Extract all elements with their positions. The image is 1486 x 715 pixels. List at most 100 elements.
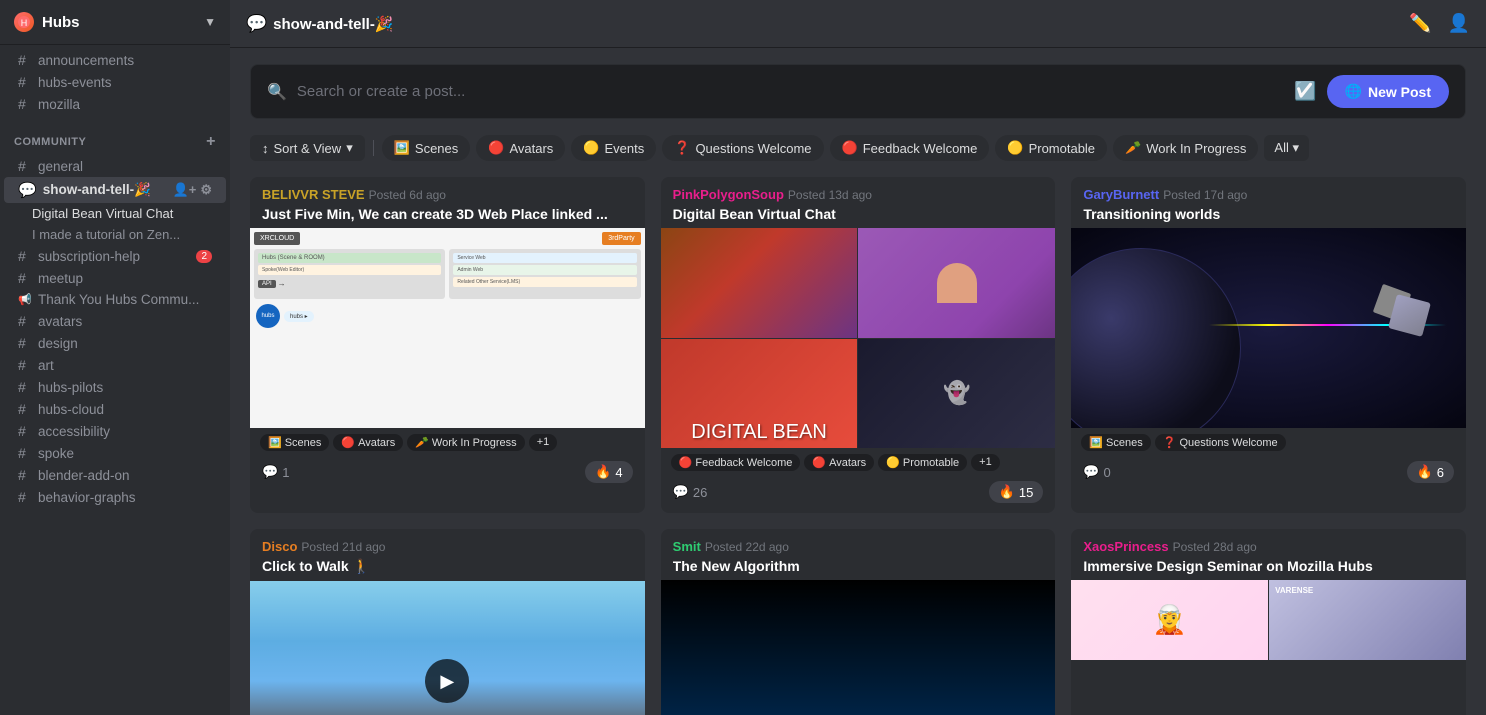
sidebar-item-announcements[interactable]: # announcements	[4, 49, 226, 71]
post-card[interactable]: PinkPolygonSoup Posted 13d ago Digital B…	[661, 177, 1056, 513]
post-footer: 💬 0 🔥 6	[1071, 455, 1466, 493]
sort-icon: ↕	[262, 141, 269, 156]
post-image-cell: DIGITAL BEAN	[661, 339, 858, 449]
play-button[interactable]: ▶	[425, 659, 469, 703]
sidebar-item-art[interactable]: # art	[4, 354, 226, 376]
sidebar-item-spoke[interactable]: # spoke	[4, 442, 226, 464]
sidebar-item-mozilla[interactable]: # mozilla	[4, 93, 226, 115]
top-channels: # announcements # hubs-events # mozilla	[0, 45, 230, 119]
hash-icon: #	[18, 335, 32, 351]
filter-avatars-button[interactable]: 🔴 Avatars	[476, 135, 565, 161]
community-category[interactable]: COMMUNITY +	[0, 119, 230, 155]
tag: 🖼️Scenes	[1081, 434, 1150, 451]
post-time: Posted 22d ago	[705, 540, 789, 554]
hash-icon: #	[18, 52, 32, 68]
author-name[interactable]: PinkPolygonSoup	[673, 187, 784, 202]
chat-icon: 💬	[18, 181, 37, 199]
hash-icon: #	[18, 445, 32, 461]
inbox-icon[interactable]: ☑️	[1294, 81, 1316, 102]
post-footer: 💬 26 🔥 15	[661, 475, 1056, 513]
channel-action-icons: 👤+ ⚙	[173, 182, 212, 198]
server-header[interactable]: H Hubs ▼	[0, 0, 230, 45]
thread-digital-bean[interactable]: Digital Bean Virtual Chat	[0, 203, 230, 224]
comment-count: 💬 26	[673, 484, 708, 500]
sidebar-item-show-and-tell[interactable]: 💬 show-and-tell-🎉 👤+ ⚙	[4, 177, 226, 203]
author-name[interactable]: XaosPrincess	[1083, 539, 1168, 554]
author-name[interactable]: Disco	[262, 539, 297, 554]
sidebar-item-behavior-graphs[interactable]: # behavior-graphs	[4, 486, 226, 508]
post-title: Click to Walk 🚶	[262, 558, 633, 575]
sidebar-item-meetup[interactable]: # meetup	[4, 267, 226, 289]
sidebar-item-hubs-events[interactable]: # hubs-events	[4, 71, 226, 93]
filter-wip-button[interactable]: 🥕 Work In Progress	[1113, 135, 1258, 161]
post-card[interactable]: BELIVVR STEVE Posted 6d ago Just Five Mi…	[250, 177, 645, 513]
post-tags: 🔴Feedback Welcome 🔴Avatars 🟡Promotable +…	[661, 448, 1056, 475]
filter-promotable-button[interactable]: 🟡 Promotable	[995, 135, 1107, 161]
all-filter-button[interactable]: All ▾	[1264, 135, 1309, 161]
post-image	[1071, 228, 1466, 428]
post-time: Posted 28d ago	[1173, 540, 1257, 554]
post-image-grid: DIGITAL BEAN 👻	[661, 228, 1056, 448]
filter-questions-button[interactable]: ❓ Questions Welcome	[662, 135, 823, 161]
settings-icon[interactable]: ⚙	[200, 182, 212, 198]
sidebar-item-subscription-help[interactable]: # subscription-help 2	[4, 245, 226, 267]
search-input[interactable]	[297, 83, 1284, 100]
tag: ❓Questions Welcome	[1155, 434, 1286, 451]
edit-icon[interactable]: ✏️	[1409, 13, 1431, 34]
add-channel-icon[interactable]: +	[206, 133, 216, 151]
thread-tutorial[interactable]: I made a tutorial on Zen...	[0, 224, 230, 245]
post-time: Posted 17d ago	[1163, 188, 1247, 202]
sidebar-item-design[interactable]: # design	[4, 332, 226, 354]
post-header: XaosPrincess Posted 28d ago Immersive De…	[1071, 529, 1466, 580]
tag: 🔴Feedback Welcome	[671, 454, 801, 471]
post-header: PinkPolygonSoup Posted 13d ago Digital B…	[661, 177, 1056, 228]
reaction-count: 🔥 4	[585, 461, 632, 483]
search-icon: 🔍	[267, 82, 287, 102]
sidebar-item-avatars[interactable]: # avatars	[4, 310, 226, 332]
avatars-emoji: 🔴	[488, 140, 504, 156]
tag: 🔴Avatars	[333, 434, 403, 451]
chevron-down-icon: ▾	[346, 140, 353, 156]
post-card[interactable]: Smit Posted 22d ago The New Algorithm 💬 …	[661, 529, 1056, 715]
comment-icon: 💬	[1083, 464, 1099, 480]
tag: 🖼️Scenes	[260, 434, 329, 451]
sidebar-item-thank-you[interactable]: 📢 Thank You Hubs Commu...	[4, 289, 226, 310]
post-card[interactable]: XaosPrincess Posted 28d ago Immersive De…	[1071, 529, 1466, 715]
author-name[interactable]: Smit	[673, 539, 701, 554]
sidebar-item-blender-add-on[interactable]: # blender-add-on	[4, 464, 226, 486]
profile-icon[interactable]: 👤	[1448, 13, 1470, 34]
post-image-cell	[661, 228, 858, 338]
post-title: Transitioning worlds	[1083, 206, 1454, 222]
filter-feedback-button[interactable]: 🔴 Feedback Welcome	[830, 135, 990, 161]
sort-view-button[interactable]: ↕ Sort & View ▾	[250, 135, 365, 161]
category-actions: +	[206, 133, 216, 151]
scenes-emoji: 🖼️	[394, 140, 410, 156]
post-title: Immersive Design Seminar on Mozilla Hubs	[1083, 558, 1454, 574]
filter-scenes-button[interactable]: 🖼️ Scenes	[382, 135, 471, 161]
server-logo: H	[14, 12, 34, 32]
fire-emoji: 🔥	[1417, 464, 1433, 480]
events-emoji: 🟡	[583, 140, 599, 156]
tag: 🟡Promotable	[878, 454, 967, 471]
sidebar-item-hubs-cloud[interactable]: # hubs-cloud	[4, 398, 226, 420]
hash-icon: #	[18, 270, 32, 286]
search-bar: 🔍 ☑️ 🌐 New Post	[250, 64, 1466, 119]
post-image	[661, 580, 1056, 715]
active-channel-label: show-and-tell-🎉	[43, 182, 151, 198]
chevron-down-icon: ▼	[204, 15, 216, 29]
new-post-button[interactable]: 🌐 New Post	[1327, 75, 1449, 108]
sidebar-item-hubs-pilots[interactable]: # hubs-pilots	[4, 376, 226, 398]
post-card[interactable]: Disco Posted 21d ago Click to Walk 🚶 ▶ 💬…	[250, 529, 645, 715]
filter-events-button[interactable]: 🟡 Events	[571, 135, 656, 161]
hash-icon: #	[18, 158, 32, 174]
author-name[interactable]: GaryBurnett	[1083, 187, 1159, 202]
sidebar-item-accessibility[interactable]: # accessibility	[4, 420, 226, 442]
post-time: Posted 13d ago	[788, 188, 872, 202]
server-name: Hubs	[42, 14, 80, 31]
add-member-icon[interactable]: 👤+	[173, 182, 197, 198]
post-card[interactable]: GaryBurnett Posted 17d ago Transitioning…	[1071, 177, 1466, 513]
post-title: Just Five Min, We can create 3D Web Plac…	[262, 206, 633, 222]
post-time: Posted 21d ago	[301, 540, 385, 554]
author-name[interactable]: BELIVVR STEVE	[262, 187, 365, 202]
sidebar-item-general[interactable]: # general	[4, 155, 226, 177]
